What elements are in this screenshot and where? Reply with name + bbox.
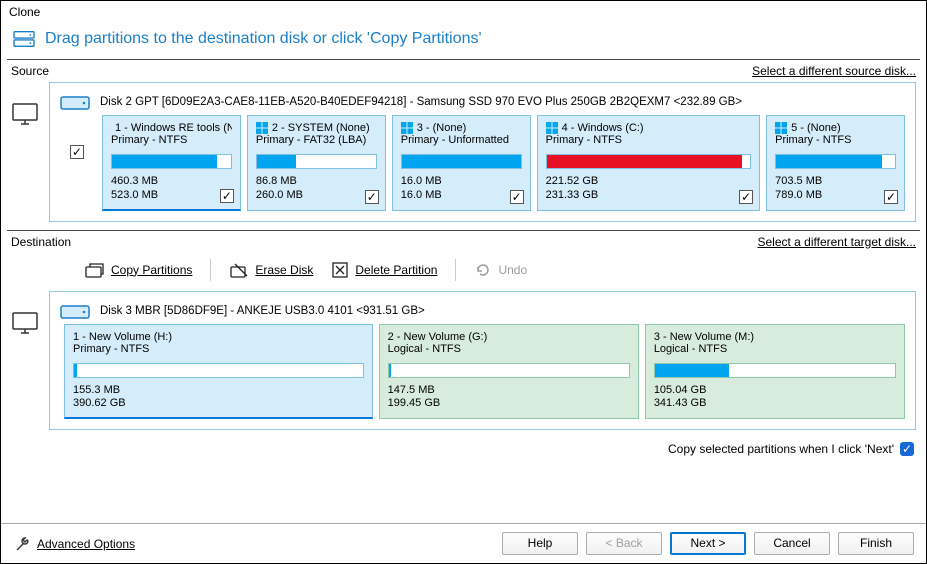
- usage-bar: [775, 154, 896, 169]
- usage-bar: [111, 154, 232, 169]
- partition-type: Primary - NTFS: [546, 134, 751, 146]
- disk-icon: [60, 93, 92, 111]
- partition-stats: 221.52 GB231.33 GB: [546, 175, 751, 203]
- undo-button: Undo: [474, 261, 527, 279]
- partition-stats: 86.8 MB260.0 MB: [256, 175, 377, 203]
- partition-title: 3 - (None): [401, 122, 522, 134]
- partition-type: Logical - NTFS: [654, 343, 896, 355]
- usage-bar: [73, 363, 364, 378]
- computer-icon: [11, 311, 39, 335]
- advanced-options-link[interactable]: Advanced Options: [13, 535, 135, 553]
- select-all-source-checkbox[interactable]: ✓: [70, 145, 84, 159]
- partition-3[interactable]: 3 - New Volume (M:)Logical - NTFS 105.04 …: [645, 324, 905, 420]
- usage-bar: [654, 363, 896, 378]
- header-instruction: Drag partitions to the destination disk …: [45, 30, 482, 48]
- destination-disk-panel: Disk 3 MBR [5D86DF9E] - ANKEJE USB3.0 41…: [49, 291, 916, 431]
- select-source-disk-link[interactable]: Select a different source disk...: [752, 64, 916, 78]
- windows-icon: [775, 122, 787, 134]
- back-button: < Back: [586, 532, 662, 555]
- partition-title: 3 - New Volume (M:): [654, 331, 896, 343]
- partition-type: Primary - Unformatted: [401, 134, 522, 146]
- delete-partition-button[interactable]: Delete Partition: [331, 261, 437, 279]
- partition-type: Primary - FAT32 (LBA): [256, 134, 377, 146]
- partition-type: Primary - NTFS: [775, 134, 896, 146]
- partition-type: Primary - NTFS: [73, 343, 364, 355]
- drive-icon: [13, 29, 35, 49]
- computer-icon: [11, 102, 39, 126]
- copy-on-next-label: Copy selected partitions when I click 'N…: [668, 442, 894, 456]
- window-title: Clone: [1, 1, 926, 23]
- undo-icon: [474, 261, 492, 279]
- partition-2[interactable]: 2 - New Volume (G:)Logical - NTFS 147.5 M…: [379, 324, 639, 420]
- windows-icon: [256, 122, 268, 134]
- usage-bar: [546, 154, 751, 169]
- partition-checkbox[interactable]: ✓: [220, 189, 234, 203]
- partition-stats: 460.3 MB523.0 MB: [111, 175, 232, 203]
- source-disk-panel: Disk 2 GPT [6D09E2A3-CAE8-11EB-A520-B40E…: [49, 82, 916, 222]
- partition-1[interactable]: 1 - New Volume (H:)Primary - NTFS 155.3 M…: [64, 324, 373, 420]
- partition-1[interactable]: 1 - Windows RE tools (NonPrimary - NTFS 4…: [102, 115, 241, 211]
- usage-bar: [256, 154, 377, 169]
- help-button[interactable]: Help: [502, 532, 578, 555]
- next-button[interactable]: Next >: [670, 532, 746, 555]
- windows-icon: [546, 122, 558, 134]
- partition-3[interactable]: 3 - (None)Primary - Unformatted 16.0 MB16…: [392, 115, 531, 211]
- partition-checkbox[interactable]: ✓: [365, 190, 379, 204]
- partition-stats: 147.5 MB199.45 GB: [388, 384, 630, 412]
- partition-title: 2 - New Volume (G:): [388, 331, 630, 343]
- cancel-button[interactable]: Cancel: [754, 532, 830, 555]
- partition-type: Logical - NTFS: [388, 343, 630, 355]
- partition-stats: 703.5 MB789.0 MB: [775, 175, 896, 203]
- partition-title: 1 - New Volume (H:): [73, 331, 364, 343]
- partition-5[interactable]: 5 - (None)Primary - NTFS 703.5 MB789.0 MB…: [766, 115, 905, 211]
- partition-checkbox[interactable]: ✓: [884, 190, 898, 204]
- copy-icon: [85, 261, 105, 279]
- partition-4[interactable]: 4 - Windows (C:)Primary - NTFS 221.52 GB2…: [537, 115, 760, 211]
- source-label: Source: [11, 64, 49, 78]
- source-disk-title: Disk 2 GPT [6D09E2A3-CAE8-11EB-A520-B40E…: [100, 96, 742, 108]
- partition-title: 1 - Windows RE tools (Non: [111, 122, 232, 134]
- partition-title: 2 - SYSTEM (None): [256, 122, 377, 134]
- copy-on-next-checkbox[interactable]: ✓: [900, 442, 914, 456]
- finish-button[interactable]: Finish: [838, 532, 914, 555]
- partition-stats: 16.0 MB16.0 MB: [401, 175, 522, 203]
- partition-checkbox[interactable]: ✓: [739, 190, 753, 204]
- partition-stats: 155.3 MB390.62 GB: [73, 384, 364, 412]
- erase-disk-button[interactable]: Erase Disk: [229, 261, 313, 279]
- disk-icon: [60, 302, 92, 320]
- usage-bar: [401, 154, 522, 169]
- partition-checkbox[interactable]: ✓: [510, 190, 524, 204]
- select-target-disk-link[interactable]: Select a different target disk...: [757, 235, 916, 249]
- destination-disk-title: Disk 3 MBR [5D86DF9E] - ANKEJE USB3.0 41…: [100, 305, 425, 317]
- wrench-icon: [13, 535, 31, 553]
- delete-icon: [331, 261, 349, 279]
- partition-type: Primary - NTFS: [111, 134, 232, 146]
- usage-bar: [388, 363, 630, 378]
- partition-2[interactable]: 2 - SYSTEM (None)Primary - FAT32 (LBA) 86…: [247, 115, 386, 211]
- erase-icon: [229, 261, 249, 279]
- partition-title: 5 - (None): [775, 122, 896, 134]
- windows-icon: [401, 122, 413, 134]
- partition-title: 4 - Windows (C:): [546, 122, 751, 134]
- partition-stats: 105.04 GB341.43 GB: [654, 384, 896, 412]
- destination-label: Destination: [11, 235, 71, 249]
- copy-partitions-button[interactable]: Copy Partitions: [85, 261, 192, 279]
